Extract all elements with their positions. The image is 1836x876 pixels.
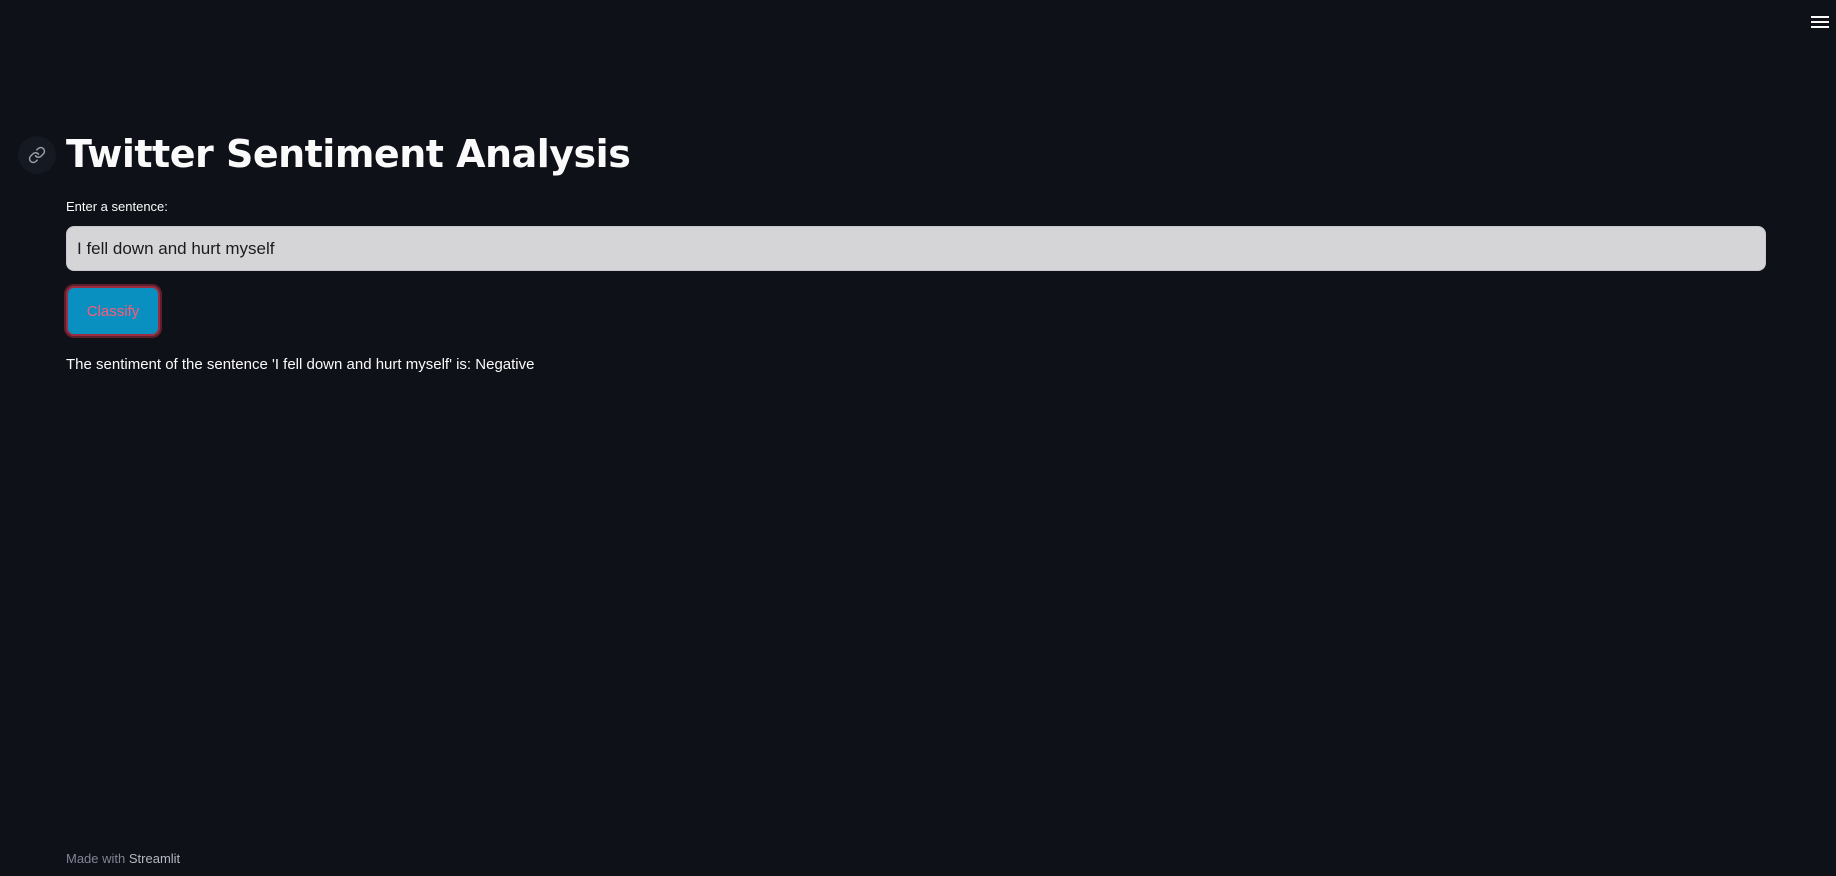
header-anchor-link[interactable] [18, 136, 56, 174]
footer-prefix: Made with [66, 851, 126, 866]
link-icon [28, 146, 46, 164]
app-container: Twitter Sentiment Analysis Enter a sente… [0, 0, 1836, 876]
sentence-input[interactable] [66, 226, 1766, 271]
classify-button[interactable]: Classify [66, 286, 160, 336]
main-content: Twitter Sentiment Analysis Enter a sente… [18, 126, 1766, 375]
streamlit-link[interactable]: Streamlit [129, 851, 180, 866]
footer: Made with Streamlit [66, 851, 180, 867]
hamburger-menu-icon [1811, 16, 1829, 28]
main-menu-button[interactable] [1806, 10, 1834, 34]
page-title: Twitter Sentiment Analysis [66, 132, 631, 176]
sentiment-result: The sentiment of the sentence 'I fell do… [66, 356, 535, 373]
sentence-input-label: Enter a sentence: [66, 199, 168, 214]
title-row: Twitter Sentiment Analysis [18, 126, 1766, 182]
